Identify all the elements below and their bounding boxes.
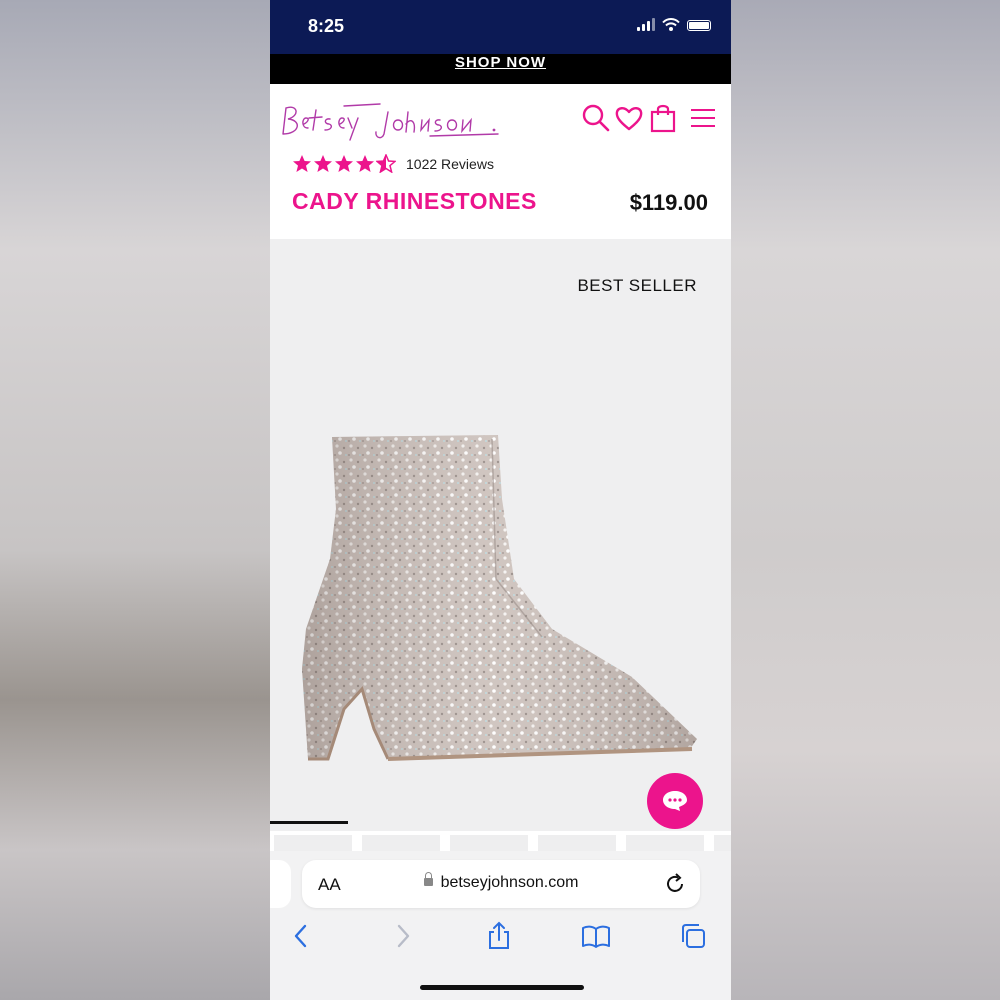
address-bar[interactable]: AA betseyjohnson.com xyxy=(302,860,700,908)
product-image-carousel[interactable]: BEST SELLER xyxy=(270,239,731,839)
status-bar: 8:25 xyxy=(270,0,731,54)
heart-icon[interactable] xyxy=(614,103,644,133)
safari-bottom-bar: AA betseyjohnson.com xyxy=(270,851,731,1000)
thumbnail[interactable] xyxy=(362,835,440,851)
status-time: 8:25 xyxy=(308,16,345,36)
menu-icon[interactable] xyxy=(688,103,718,133)
previous-tab-pill[interactable] xyxy=(270,860,291,908)
thumbnail-strip xyxy=(270,831,731,851)
star-icon xyxy=(293,155,311,172)
reviews-count[interactable]: 1022 Reviews xyxy=(406,156,494,172)
product-title: CADY RHINESTONES xyxy=(292,188,537,214)
site-header: 1022 Reviews CADY RHINESTONES $119.00 xyxy=(270,84,731,239)
lock-icon xyxy=(423,872,433,886)
browser-toolbar xyxy=(270,921,731,961)
thumbnail[interactable] xyxy=(538,835,616,851)
betsey-johnson-logo[interactable] xyxy=(280,100,505,144)
reload-icon[interactable] xyxy=(664,873,686,895)
thumbnail[interactable] xyxy=(626,835,704,851)
shopping-bag-icon[interactable] xyxy=(648,103,678,133)
star-icon xyxy=(314,155,332,172)
thumbnail[interactable] xyxy=(714,835,731,851)
star-icon xyxy=(335,155,353,172)
thumbnail[interactable] xyxy=(450,835,528,851)
background-right xyxy=(731,0,1000,1000)
shop-now-link[interactable]: SHOP NOW xyxy=(455,55,546,70)
promo-bar: SHOP NOW xyxy=(270,54,731,84)
phone-screen: 8:25 SHOP NOW 1022 Reviews CADY RHINESTO… xyxy=(270,0,731,1000)
rhinestone-boot-image[interactable] xyxy=(292,429,712,769)
best-seller-badge: BEST SELLER xyxy=(577,276,697,295)
signal-icon xyxy=(637,18,655,31)
battery-icon xyxy=(687,20,711,31)
status-icons xyxy=(637,18,711,31)
forward-icon[interactable] xyxy=(387,921,417,951)
bookmarks-icon[interactable] xyxy=(581,921,611,951)
search-icon[interactable] xyxy=(581,103,611,133)
product-price: $119.00 xyxy=(629,190,708,215)
thumbnail[interactable] xyxy=(274,835,352,851)
url-text: betseyjohnson.com xyxy=(440,874,579,891)
carousel-active-indicator xyxy=(270,821,348,824)
back-icon[interactable] xyxy=(287,921,317,951)
home-indicator xyxy=(420,985,584,990)
tabs-icon[interactable] xyxy=(678,921,708,951)
product-rating[interactable]: 1022 Reviews xyxy=(292,154,494,173)
chat-icon xyxy=(663,791,687,811)
star-icon xyxy=(356,155,374,172)
rating-stars xyxy=(292,154,396,173)
wifi-icon xyxy=(662,18,680,31)
background-left xyxy=(0,0,270,1000)
share-icon[interactable] xyxy=(484,921,514,951)
url-display[interactable]: betseyjohnson.com xyxy=(302,872,700,892)
chat-button[interactable] xyxy=(647,773,703,829)
half-star-icon xyxy=(376,154,396,173)
